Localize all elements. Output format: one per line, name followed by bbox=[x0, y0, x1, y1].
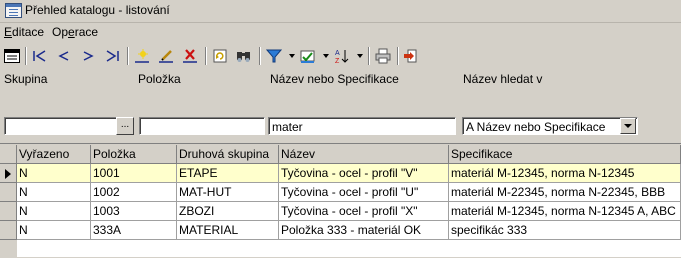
cell-nazev[interactable]: Tyčovina - ocel - profil "X" bbox=[279, 202, 449, 221]
cell-nazev[interactable]: Tyčovina - ocel - profil "U" bbox=[279, 183, 449, 202]
table-row[interactable]: N 1003 ZBOZI Tyčovina - ocel - profil "X… bbox=[17, 202, 681, 221]
delete-record-icon[interactable] bbox=[180, 46, 200, 66]
cell-nazev[interactable]: Položka 333 - materiál OK bbox=[279, 221, 449, 240]
row-indicator[interactable] bbox=[0, 221, 17, 240]
row-indicator[interactable] bbox=[0, 202, 17, 221]
cell-specifikace[interactable]: materiál M-12345, norma N-12345 bbox=[449, 164, 681, 183]
cell-druhova-skupina[interactable]: MATERIAL bbox=[177, 221, 279, 240]
menu-editace[interactable]: Editace bbox=[4, 25, 44, 39]
cell-vyrazeno[interactable]: N bbox=[17, 183, 91, 202]
group-label: Skupina bbox=[4, 72, 48, 86]
name-label: Název nebo Specifikace bbox=[270, 72, 399, 86]
current-row-arrow-icon bbox=[5, 169, 11, 179]
edit-record-icon[interactable] bbox=[156, 46, 176, 66]
filter-options-icon[interactable] bbox=[298, 46, 318, 66]
group-browse-button[interactable]: ... bbox=[116, 117, 134, 135]
cell-polozka[interactable]: 1001 bbox=[91, 164, 177, 183]
grid-view-icon[interactable] bbox=[2, 46, 22, 66]
refresh-icon[interactable] bbox=[210, 46, 230, 66]
window-app-icon bbox=[5, 3, 22, 18]
search-in-dropdown-button[interactable] bbox=[620, 118, 636, 134]
cell-polozka[interactable]: 333A bbox=[91, 221, 177, 240]
column-header-polozka[interactable]: Položka bbox=[91, 145, 177, 164]
exit-icon[interactable] bbox=[402, 46, 422, 66]
row-indicator[interactable] bbox=[0, 164, 17, 183]
cell-nazev[interactable]: Tyčovina - ocel - profil "V" bbox=[279, 164, 449, 183]
find-icon[interactable] bbox=[234, 46, 254, 66]
column-header-druhova-skupina[interactable]: Druhová skupina bbox=[177, 145, 279, 164]
cell-druhova-skupina[interactable]: ETAPE bbox=[177, 164, 279, 183]
table-row[interactable]: N 1002 MAT-HUT Tyčovina - ocel - profil … bbox=[17, 183, 681, 202]
table-row[interactable]: N 333A MATERIAL Položka 333 - materiál O… bbox=[17, 221, 681, 240]
column-header-specifikace[interactable]: Specifikace bbox=[449, 145, 681, 164]
row-indicator[interactable] bbox=[0, 183, 17, 202]
new-record-icon[interactable] bbox=[132, 46, 152, 66]
search-in-label: Název hledat v bbox=[463, 72, 543, 86]
cell-polozka[interactable]: 1002 bbox=[91, 183, 177, 202]
print-icon[interactable] bbox=[373, 46, 393, 66]
cell-specifikace[interactable]: materiál M-22345, norma N-22345, BBB bbox=[449, 183, 681, 202]
grid-corner bbox=[0, 145, 17, 164]
svg-text:Z: Z bbox=[335, 58, 340, 64]
cell-druhova-skupina[interactable]: MAT-HUT bbox=[177, 183, 279, 202]
column-header-nazev[interactable]: Název bbox=[279, 145, 449, 164]
next-record-icon[interactable] bbox=[78, 46, 98, 66]
menu-operace[interactable]: Operace bbox=[52, 25, 98, 39]
prev-record-icon[interactable] bbox=[54, 46, 74, 66]
window-title: Přehled katalogu - listování bbox=[25, 3, 170, 17]
name-search-input[interactable]: mater bbox=[268, 117, 456, 135]
filter-icon[interactable] bbox=[264, 46, 284, 66]
search-in-select[interactable]: A Název nebo Specifikace bbox=[462, 117, 638, 135]
last-record-icon[interactable] bbox=[102, 46, 122, 66]
column-header-vyrazeno[interactable]: Vyřazeno bbox=[17, 145, 91, 164]
menu-bar: Editace Operace bbox=[0, 23, 681, 42]
first-record-icon[interactable] bbox=[30, 46, 50, 66]
title-bar: Přehled katalogu - listování bbox=[0, 0, 681, 23]
cell-vyrazeno[interactable]: N bbox=[17, 202, 91, 221]
cell-druhova-skupina[interactable]: ZBOZI bbox=[177, 202, 279, 221]
cell-specifikace[interactable]: specifikác 333 bbox=[449, 221, 681, 240]
table-row[interactable]: N 1001 ETAPE Tyčovina - ocel - profil "V… bbox=[17, 164, 681, 183]
group-field[interactable] bbox=[4, 117, 134, 135]
grid-header: Vyřazeno Položka Druhová skupina Název S… bbox=[17, 145, 681, 165]
item-label: Položka bbox=[138, 72, 181, 86]
toolbar: AZ bbox=[0, 43, 681, 69]
cell-polozka[interactable]: 1003 bbox=[91, 202, 177, 221]
item-field[interactable] bbox=[139, 117, 265, 135]
chevron-down-icon[interactable] bbox=[350, 46, 370, 66]
svg-text:A: A bbox=[335, 50, 340, 57]
sort-icon[interactable]: AZ bbox=[332, 46, 352, 66]
chevron-down-icon bbox=[624, 123, 632, 128]
cell-specifikace[interactable]: materiál M-12345, norma N-12345 A, ABC bbox=[449, 202, 681, 221]
search-in-value: A Název nebo Specifikace bbox=[466, 120, 606, 134]
cell-vyrazeno[interactable]: N bbox=[17, 221, 91, 240]
cell-vyrazeno[interactable]: N bbox=[17, 164, 91, 183]
